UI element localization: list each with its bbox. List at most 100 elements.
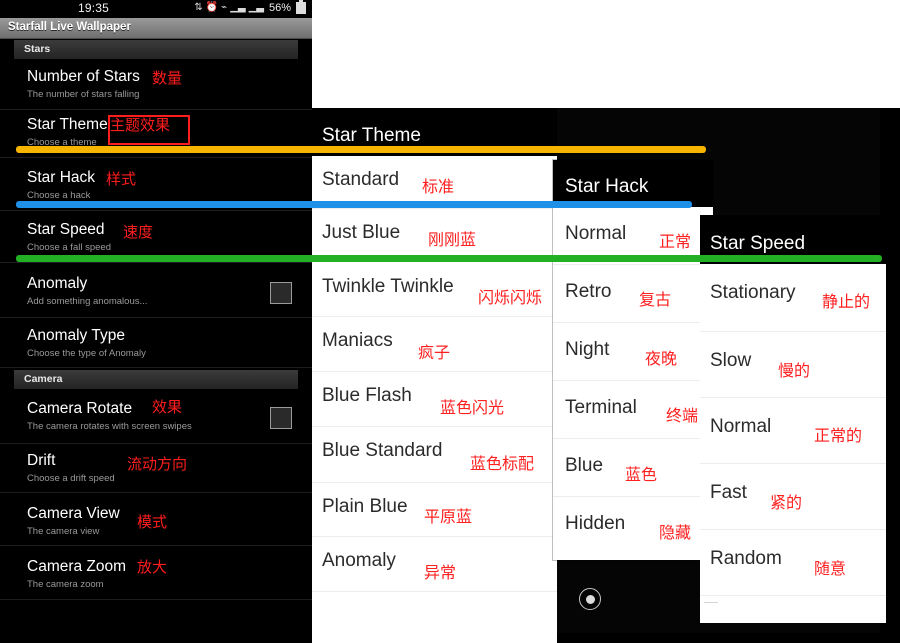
- battery-icon: [296, 0, 306, 14]
- dialog-star-hack: Star Hack Normal 正常 Retro 复古 Night 夜晚 Te…: [553, 160, 713, 560]
- option-blue[interactable]: Blue 蓝色: [553, 439, 713, 497]
- pref-title: Anomaly: [27, 275, 88, 292]
- section-header-camera: Camera: [14, 370, 298, 389]
- pref-camera-zoom[interactable]: Camera Zoom The camera zoom 放大: [0, 552, 312, 600]
- annotation-bar-hack: [16, 201, 692, 208]
- pref-title: Camera Rotate: [27, 400, 133, 417]
- option-label: Standard: [322, 169, 400, 190]
- dialog-star-speed-list: Stationary 静止的 Slow 慢的 Normal 正常的 Fast 紧…: [700, 264, 886, 621]
- sync-icon: ⇅: [194, 2, 203, 13]
- pref-annotation-zh: 放大: [137, 558, 168, 576]
- option-label: Normal: [710, 416, 772, 437]
- wifi-icon: ⌁: [221, 2, 228, 13]
- pref-camera-view[interactable]: Camera View The camera view 模式: [0, 500, 312, 546]
- option-label: Slow: [710, 350, 752, 371]
- pref-title: Star Speed: [27, 221, 105, 238]
- option-annotation-zh: 平原蓝: [424, 507, 473, 526]
- option-annotation-zh: 刚刚蓝: [428, 230, 477, 249]
- dialog-star-theme: Star Theme Standard 标准 Just Blue 刚刚蓝 Twi…: [312, 108, 557, 643]
- option-annotation-zh: 终端: [666, 406, 699, 425]
- option-annotation-zh: 紧的: [770, 493, 803, 512]
- dialog-star-hack-title: Star Hack: [565, 176, 649, 197]
- option-annotation-zh: 异常: [424, 563, 457, 582]
- option-label: Blue Standard: [322, 440, 443, 461]
- option-annotation-zh: 疯子: [418, 343, 451, 362]
- pref-title: Anomaly Type: [27, 327, 125, 344]
- camera-rotate-checkbox[interactable]: [270, 407, 292, 429]
- annotation-bar-speed: [16, 255, 882, 262]
- pref-annotation-zh: 数量: [152, 69, 183, 87]
- option-label: Maniacs: [322, 330, 393, 351]
- pref-annotation-zh: 模式: [137, 513, 168, 531]
- pref-anomaly[interactable]: Anomaly Add something anomalous...: [0, 270, 312, 318]
- pref-title: Star Theme: [27, 116, 108, 133]
- option-label: Just Blue: [322, 222, 401, 243]
- home-button[interactable]: [579, 588, 601, 610]
- option-blue-flash[interactable]: Blue Flash 蓝色闪光: [312, 372, 557, 427]
- option-label: Night: [565, 339, 610, 360]
- pref-summary: Choose a hack: [27, 190, 91, 201]
- option-annotation-zh: 蓝色: [625, 465, 658, 484]
- dialog-star-theme-title: Star Theme: [322, 125, 421, 146]
- option-label: Anomaly: [322, 550, 396, 571]
- pref-summary: Choose a drift speed: [27, 473, 115, 484]
- option-slow[interactable]: Slow 慢的: [700, 332, 886, 398]
- pref-summary: The camera view: [27, 526, 100, 537]
- option-normal[interactable]: Normal 正常的: [700, 398, 886, 464]
- option-random[interactable]: Random 随意: [700, 530, 886, 596]
- pref-summary: The camera zoom: [27, 579, 104, 590]
- screenshot-stage: 19:35 ⇅ ⏰ ⌁ ▁▃ ▁▃ 56% Starfall Live Wall…: [0, 0, 900, 643]
- dialog-star-speed-footer: [700, 596, 886, 621]
- pref-title: Drift: [27, 452, 56, 469]
- signal-1-icon: ▁▃: [230, 2, 246, 13]
- option-label: Random: [710, 548, 782, 569]
- option-annotation-zh: 慢的: [778, 361, 811, 380]
- pref-number-of-stars[interactable]: Number of Stars The number of stars fall…: [0, 62, 312, 110]
- option-fast[interactable]: Fast 紧的: [700, 464, 886, 530]
- app-title-bar: Starfall Live Wallpaper: [0, 18, 312, 39]
- option-anomaly[interactable]: Anomaly 异常: [312, 537, 557, 592]
- option-label: Blue: [565, 455, 604, 476]
- pref-title: Star Hack: [27, 169, 96, 186]
- option-plain-blue[interactable]: Plain Blue 平原蓝: [312, 483, 557, 537]
- option-label: Terminal: [565, 397, 637, 418]
- option-annotation-zh: 标准: [422, 177, 455, 196]
- status-bar-clock: 19:35: [78, 1, 110, 15]
- option-label: Twinkle Twinkle: [322, 276, 454, 297]
- option-stationary[interactable]: Stationary 静止的: [700, 264, 886, 332]
- pref-summary: Choose a fall speed: [27, 242, 111, 253]
- pref-camera-rotate[interactable]: Camera Rotate The camera rotates with sc…: [0, 394, 312, 444]
- option-blue-standard[interactable]: Blue Standard 蓝色标配: [312, 427, 557, 483]
- pref-drift[interactable]: Drift Choose a drift speed 流动方向: [0, 447, 312, 493]
- pref-summary: Choose the type of Anomaly: [27, 348, 146, 359]
- option-annotation-zh: 复古: [639, 290, 672, 309]
- option-twinkle-twinkle[interactable]: Twinkle Twinkle 闪烁闪烁: [312, 262, 557, 317]
- option-night[interactable]: Night 夜晚: [553, 323, 713, 381]
- option-hidden[interactable]: Hidden 隐藏: [553, 497, 713, 555]
- dialog-star-theme-list: Standard 标准 Just Blue 刚刚蓝 Twinkle Twinkl…: [312, 156, 557, 592]
- phone-settings-panel: 19:35 ⇅ ⏰ ⌁ ▁▃ ▁▃ 56% Starfall Live Wall…: [0, 0, 312, 643]
- pref-title: Number of Stars: [27, 68, 140, 85]
- section-header-stars-label: Stars: [24, 43, 51, 55]
- option-annotation-zh: 夜晚: [645, 349, 678, 368]
- dialog-star-speed-title: Star Speed: [710, 233, 806, 254]
- home-button-dot: [585, 594, 595, 604]
- option-label: Normal: [565, 223, 627, 244]
- annotation-redbox-theme: [108, 115, 190, 145]
- option-label: Retro: [565, 281, 612, 302]
- pref-summary: Add something anomalous...: [27, 296, 148, 307]
- annotation-bar-theme: [16, 146, 706, 153]
- pref-title: Camera Zoom: [27, 558, 127, 575]
- option-label: Fast: [710, 482, 747, 503]
- option-maniacs[interactable]: Maniacs 疯子: [312, 317, 557, 372]
- anomaly-checkbox[interactable]: [270, 282, 292, 304]
- app-title: Starfall Live Wallpaper: [8, 21, 131, 33]
- section-header-camera-label: Camera: [24, 373, 63, 385]
- pref-anomaly-type[interactable]: Anomaly Type Choose the type of Anomaly: [0, 322, 312, 368]
- option-label: Plain Blue: [322, 496, 408, 517]
- pref-annotation-zh: 效果: [152, 398, 183, 416]
- option-terminal[interactable]: Terminal 终端: [553, 381, 713, 439]
- signal-2-icon: ▁▃: [248, 2, 264, 13]
- option-retro[interactable]: Retro 复古: [553, 265, 713, 323]
- option-annotation-zh: 闪烁闪烁: [478, 288, 543, 307]
